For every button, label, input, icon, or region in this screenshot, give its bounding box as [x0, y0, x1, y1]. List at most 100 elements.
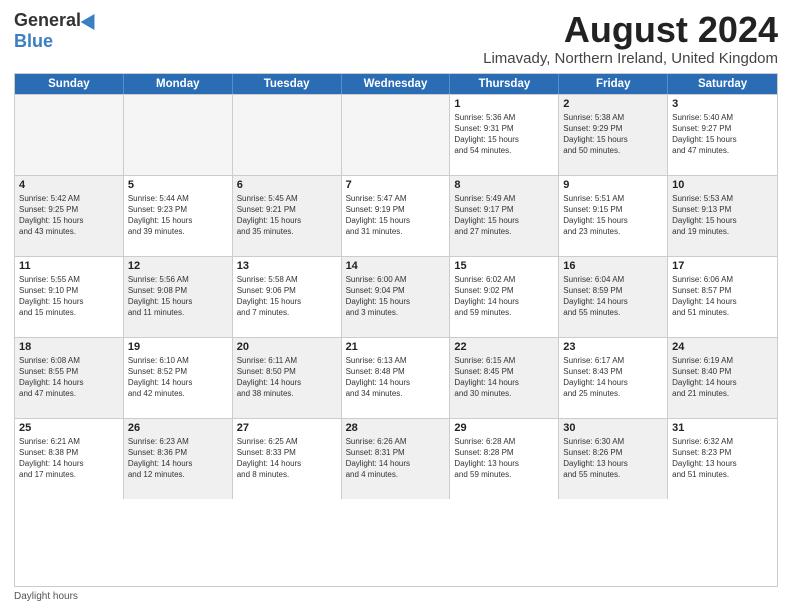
- cal-row-0: 1 Sunrise: 5:36 AMSunset: 9:31 PMDaylight…: [15, 94, 777, 175]
- cal-cell-10: 10 Sunrise: 5:53 AMSunset: 9:13 PMDayligh…: [668, 176, 777, 256]
- cal-cell-24: 24 Sunrise: 6:19 AMSunset: 8:40 PMDayligh…: [668, 338, 777, 418]
- cal-row-1: 4 Sunrise: 5:42 AMSunset: 9:25 PMDaylight…: [15, 175, 777, 256]
- day-info: Sunrise: 6:28 AMSunset: 8:28 PMDaylight:…: [454, 436, 554, 481]
- day-number: 4: [19, 179, 119, 191]
- day-number: 21: [346, 341, 446, 353]
- day-number: 2: [563, 98, 663, 110]
- day-number: 19: [128, 341, 228, 353]
- day-number: 12: [128, 260, 228, 272]
- day-info: Sunrise: 5:53 AMSunset: 9:13 PMDaylight:…: [672, 193, 773, 238]
- day-info: Sunrise: 6:15 AMSunset: 8:45 PMDaylight:…: [454, 355, 554, 400]
- day-info: Sunrise: 6:30 AMSunset: 8:26 PMDaylight:…: [563, 436, 663, 481]
- day-info: Sunrise: 6:02 AMSunset: 9:02 PMDaylight:…: [454, 274, 554, 319]
- cal-cell-empty: [124, 95, 233, 175]
- header: General Blue August 2024 Limavady, North…: [14, 10, 778, 67]
- calendar: SundayMondayTuesdayWednesdayThursdayFrid…: [14, 73, 778, 587]
- day-info: Sunrise: 6:26 AMSunset: 8:31 PMDaylight:…: [346, 436, 446, 481]
- cal-cell-5: 5Sunrise: 5:44 AMSunset: 9:23 PMDaylight…: [124, 176, 233, 256]
- cal-cell-13: 13 Sunrise: 5:58 AMSunset: 9:06 PMDayligh…: [233, 257, 342, 337]
- day-info: Sunrise: 6:19 AMSunset: 8:40 PMDaylight:…: [672, 355, 773, 400]
- header-day-monday: Monday: [124, 74, 233, 94]
- day-number: 6: [237, 179, 337, 191]
- day-number: 1: [454, 98, 554, 110]
- day-info: Sunrise: 6:25 AMSunset: 8:33 PMDaylight:…: [237, 436, 337, 481]
- day-number: 14: [346, 260, 446, 272]
- day-info: Sunrise: 6:08 AMSunset: 8:55 PMDaylight:…: [19, 355, 119, 400]
- calendar-body: 1 Sunrise: 5:36 AMSunset: 9:31 PMDaylight…: [15, 94, 777, 499]
- calendar-header: SundayMondayTuesdayWednesdayThursdayFrid…: [15, 74, 777, 94]
- cal-cell-27: 27Sunrise: 6:25 AMSunset: 8:33 PMDayligh…: [233, 419, 342, 499]
- day-info: Sunrise: 5:36 AMSunset: 9:31 PMDaylight:…: [454, 112, 554, 157]
- cal-cell-23: 23Sunrise: 6:17 AMSunset: 8:43 PMDayligh…: [559, 338, 668, 418]
- cal-cell-29: 29 Sunrise: 6:28 AMSunset: 8:28 PMDayligh…: [450, 419, 559, 499]
- cal-cell-18: 18Sunrise: 6:08 AMSunset: 8:55 PMDayligh…: [15, 338, 124, 418]
- day-number: 11: [19, 260, 119, 272]
- cal-cell-22: 22 Sunrise: 6:15 AMSunset: 8:45 PMDayligh…: [450, 338, 559, 418]
- day-number: 22: [454, 341, 554, 353]
- day-info: Sunrise: 5:40 AMSunset: 9:27 PMDaylight:…: [672, 112, 773, 157]
- day-number: 28: [346, 422, 446, 434]
- day-number: 3: [672, 98, 773, 110]
- cal-cell-19: 19 Sunrise: 6:10 AMSunset: 8:52 PMDayligh…: [124, 338, 233, 418]
- day-number: 26: [128, 422, 228, 434]
- cal-cell-12: 12 Sunrise: 5:56 AMSunset: 9:08 PMDayligh…: [124, 257, 233, 337]
- cal-cell-11: 11 Sunrise: 5:55 AMSunset: 9:10 PMDayligh…: [15, 257, 124, 337]
- day-info: Sunrise: 6:00 AMSunset: 9:04 PMDaylight:…: [346, 274, 446, 319]
- day-info: Sunrise: 6:23 AMSunset: 8:36 PMDaylight:…: [128, 436, 228, 481]
- cal-cell-empty: [342, 95, 451, 175]
- cal-cell-empty: [15, 95, 124, 175]
- day-info: Sunrise: 5:42 AMSunset: 9:25 PMDaylight:…: [19, 193, 119, 238]
- day-number: 23: [563, 341, 663, 353]
- day-info: Sunrise: 6:32 AMSunset: 8:23 PMDaylight:…: [672, 436, 773, 481]
- day-number: 24: [672, 341, 773, 353]
- cal-cell-9: 9 Sunrise: 5:51 AMSunset: 9:15 PMDaylight…: [559, 176, 668, 256]
- day-number: 8: [454, 179, 554, 191]
- cal-cell-6: 6 Sunrise: 5:45 AMSunset: 9:21 PMDaylight…: [233, 176, 342, 256]
- day-number: 31: [672, 422, 773, 434]
- day-info: Sunrise: 5:56 AMSunset: 9:08 PMDaylight:…: [128, 274, 228, 319]
- day-number: 29: [454, 422, 554, 434]
- header-day-sunday: Sunday: [15, 74, 124, 94]
- cal-cell-14: 14 Sunrise: 6:00 AMSunset: 9:04 PMDayligh…: [342, 257, 451, 337]
- day-info: Sunrise: 5:58 AMSunset: 9:06 PMDaylight:…: [237, 274, 337, 319]
- day-number: 13: [237, 260, 337, 272]
- cal-cell-28: 28 Sunrise: 6:26 AMSunset: 8:31 PMDayligh…: [342, 419, 451, 499]
- logo-triangle-icon: [81, 9, 102, 29]
- page: General Blue August 2024 Limavady, North…: [0, 0, 792, 612]
- cal-cell-21: 21 Sunrise: 6:13 AMSunset: 8:48 PMDayligh…: [342, 338, 451, 418]
- day-info: Sunrise: 5:55 AMSunset: 9:10 PMDaylight:…: [19, 274, 119, 319]
- cal-cell-15: 15 Sunrise: 6:02 AMSunset: 9:02 PMDayligh…: [450, 257, 559, 337]
- cal-cell-3: 3 Sunrise: 5:40 AMSunset: 9:27 PMDaylight…: [668, 95, 777, 175]
- day-info: Sunrise: 6:10 AMSunset: 8:52 PMDaylight:…: [128, 355, 228, 400]
- day-info: Sunrise: 5:51 AMSunset: 9:15 PMDaylight:…: [563, 193, 663, 238]
- cal-cell-17: 17 Sunrise: 6:06 AMSunset: 8:57 PMDayligh…: [668, 257, 777, 337]
- cal-cell-31: 31 Sunrise: 6:32 AMSunset: 8:23 PMDayligh…: [668, 419, 777, 499]
- cal-cell-1: 1 Sunrise: 5:36 AMSunset: 9:31 PMDaylight…: [450, 95, 559, 175]
- header-day-saturday: Saturday: [668, 74, 777, 94]
- day-number: 10: [672, 179, 773, 191]
- header-day-thursday: Thursday: [450, 74, 559, 94]
- logo: General Blue: [14, 10, 99, 52]
- cal-cell-4: 4 Sunrise: 5:42 AMSunset: 9:25 PMDaylight…: [15, 176, 124, 256]
- cal-cell-2: 2 Sunrise: 5:38 AMSunset: 9:29 PMDaylight…: [559, 95, 668, 175]
- cal-row-2: 11 Sunrise: 5:55 AMSunset: 9:10 PMDayligh…: [15, 256, 777, 337]
- location: Limavady, Northern Ireland, United Kingd…: [483, 50, 778, 67]
- header-day-tuesday: Tuesday: [233, 74, 342, 94]
- day-info: Sunrise: 6:13 AMSunset: 8:48 PMDaylight:…: [346, 355, 446, 400]
- day-number: 7: [346, 179, 446, 191]
- day-number: 17: [672, 260, 773, 272]
- cal-cell-20: 20Sunrise: 6:11 AMSunset: 8:50 PMDayligh…: [233, 338, 342, 418]
- daylight-label: Daylight hours: [14, 591, 78, 602]
- day-number: 9: [563, 179, 663, 191]
- day-number: 15: [454, 260, 554, 272]
- cal-cell-empty: [233, 95, 342, 175]
- cal-row-4: 25Sunrise: 6:21 AMSunset: 8:38 PMDayligh…: [15, 418, 777, 499]
- day-number: 16: [563, 260, 663, 272]
- day-info: Sunrise: 5:45 AMSunset: 9:21 PMDaylight:…: [237, 193, 337, 238]
- day-number: 30: [563, 422, 663, 434]
- cal-cell-8: 8Sunrise: 5:49 AMSunset: 9:17 PMDaylight…: [450, 176, 559, 256]
- day-info: Sunrise: 6:06 AMSunset: 8:57 PMDaylight:…: [672, 274, 773, 319]
- day-info: Sunrise: 5:38 AMSunset: 9:29 PMDaylight:…: [563, 112, 663, 157]
- day-number: 5: [128, 179, 228, 191]
- day-number: 25: [19, 422, 119, 434]
